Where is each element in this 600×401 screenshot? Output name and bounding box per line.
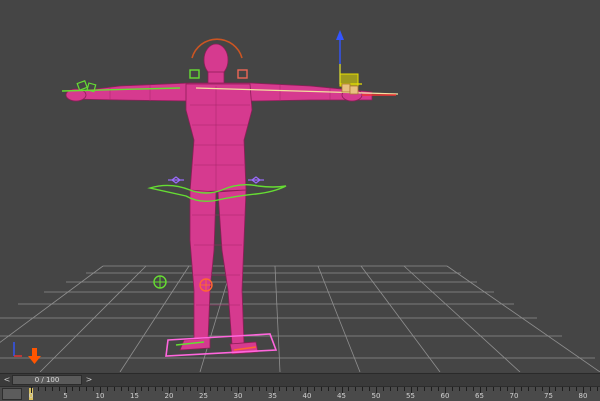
- ruler-minor-tick: [86, 387, 88, 391]
- ruler-minor-tick: [224, 387, 226, 391]
- ruler-minor-tick: [507, 387, 509, 391]
- slider-prev-button[interactable]: <: [2, 374, 12, 386]
- ruler-minor-tick: [231, 387, 233, 391]
- right-knee-control[interactable]: [199, 278, 213, 292]
- trackbar-ruler[interactable]: 0 5 10 15 20 25 30 35 40 45 50 55 60 65 70 75 80: [26, 387, 600, 401]
- slider-next-button[interactable]: >: [84, 374, 94, 386]
- ruler-minor-tick: [486, 387, 488, 391]
- ruler-minor-tick: [520, 387, 522, 391]
- right-shoulder-control[interactable]: [237, 69, 248, 79]
- perspective-viewport[interactable]: [0, 0, 600, 372]
- ruler-minor-tick: [320, 387, 322, 391]
- ruler-minor-tick: [182, 387, 184, 391]
- ruler-minor-tick: [279, 387, 281, 391]
- ruler-minor-tick: [251, 387, 253, 391]
- ruler-minor-tick: [589, 387, 591, 391]
- ruler-minor-tick: [438, 387, 440, 391]
- ruler-minor-tick: [72, 387, 74, 391]
- ruler-minor-tick: [93, 387, 95, 391]
- ruler-minor-tick: [120, 387, 122, 391]
- ruler-minor-tick: [162, 387, 164, 391]
- ruler-minor-tick: [451, 387, 453, 391]
- ruler-minor-tick: [300, 387, 302, 391]
- ruler-minor-tick: [44, 387, 46, 391]
- ruler-minor-tick: [348, 387, 350, 391]
- ruler-minor-tick: [196, 387, 198, 391]
- ruler-minor-tick: [527, 387, 529, 391]
- ruler-minor-tick: [244, 387, 246, 391]
- ruler-minor-tick: [493, 387, 495, 391]
- home-grid: [0, 265, 600, 372]
- ruler-minor-tick: [265, 387, 267, 391]
- open-mini-curve-editor-button[interactable]: [2, 388, 22, 400]
- ruler-minor-tick: [58, 387, 60, 391]
- ruler-minor-tick: [148, 387, 150, 391]
- ruler-minor-tick: [355, 387, 357, 391]
- ruler-minor-tick: [141, 387, 143, 391]
- ruler-minor-tick: [389, 387, 391, 391]
- ruler-minor-tick: [334, 387, 336, 391]
- axis-tripod-icon: [13, 342, 22, 357]
- left-knee-control[interactable]: [153, 275, 167, 289]
- ruler-minor-tick: [541, 387, 543, 391]
- ruler-minor-tick: [286, 387, 288, 391]
- ruler-minor-tick: [258, 387, 260, 391]
- ruler-minor-tick: [569, 387, 571, 391]
- ruler-minor-tick: [396, 387, 398, 391]
- left-hip-icon[interactable]: [168, 176, 184, 184]
- ruler-minor-tick: [369, 387, 371, 391]
- ruler-minor-tick: [576, 387, 578, 391]
- time-slider[interactable]: < 0 / 100 >: [0, 373, 600, 386]
- ruler-minor-tick: [534, 387, 536, 391]
- character-mesh[interactable]: [65, 43, 373, 355]
- ruler-minor-tick: [113, 387, 115, 391]
- ruler-minor-tick: [106, 387, 108, 391]
- ruler-minor-tick: [465, 387, 467, 391]
- ruler-minor-tick: [500, 387, 502, 391]
- right-hip-icon[interactable]: [248, 176, 264, 184]
- ruler-minor-tick: [596, 387, 598, 391]
- trackbar[interactable]: 0 5 10 15 20 25 30 35 40 45 50 55 60 65 70 75 80: [0, 386, 600, 401]
- scene-canvas[interactable]: [0, 0, 600, 372]
- ruler-minor-tick: [37, 387, 39, 391]
- ruler-minor-tick: [175, 387, 177, 391]
- ruler-minor-tick: [555, 387, 557, 391]
- ruler-minor-tick: [431, 387, 433, 391]
- ruler-minor-tick: [562, 387, 564, 391]
- left-shoulder-control[interactable]: [189, 69, 200, 79]
- time-slider-thumb[interactable]: 0 / 100: [12, 375, 82, 385]
- ruler-minor-tick: [189, 387, 191, 391]
- ruler-minor-tick: [155, 387, 157, 391]
- ruler-minor-tick: [417, 387, 419, 391]
- down-arrow-icon[interactable]: [28, 348, 41, 364]
- ruler-minor-tick: [51, 387, 53, 391]
- ruler-minor-tick: [293, 387, 295, 391]
- ruler-minor-tick: [403, 387, 405, 391]
- ruler-minor-tick: [127, 387, 129, 391]
- ruler-minor-tick: [362, 387, 364, 391]
- ruler-minor-tick: [458, 387, 460, 391]
- ruler-minor-tick: [472, 387, 474, 391]
- ruler-minor-tick: [210, 387, 212, 391]
- ruler-minor-tick: [79, 387, 81, 391]
- ruler-minor-tick: [313, 387, 315, 391]
- ruler-minor-tick: [327, 387, 329, 391]
- ruler-minor-tick: [382, 387, 384, 391]
- ruler-minor-tick: [424, 387, 426, 391]
- ruler-minor-tick: [217, 387, 219, 391]
- transform-gizmo[interactable]: [336, 30, 362, 95]
